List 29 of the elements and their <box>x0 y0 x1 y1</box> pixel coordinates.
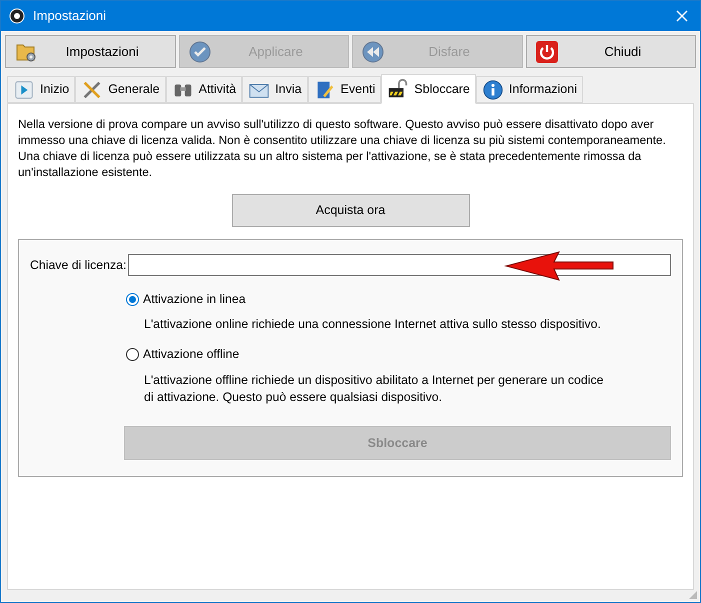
license-key-label: Chiave di licenza: <box>30 256 126 274</box>
tab[interactable]: Inizio <box>7 76 76 103</box>
tab[interactable]: Sbloccare <box>381 74 476 104</box>
tab[interactable]: Attività <box>166 76 242 103</box>
license-key-field[interactable] <box>128 254 671 276</box>
tab[interactable]: Eventi <box>308 76 382 103</box>
radio-button[interactable] <box>126 348 139 362</box>
power-icon <box>534 40 558 64</box>
check-icon <box>188 40 212 64</box>
option-description: L'attivazione online richiede una connessione Internet attiva sullo stesso dispositivo. <box>144 316 602 334</box>
resize-grip-icon[interactable] <box>688 590 698 600</box>
description-text: Nella versione di prova compare un avviso sull'utilizzo di questo software. Questo avviso può essere disattivato dopo aver immesso una chiave di licenza valida. Non è consentito utilizzare una chiave di licenza su più sistemi contemporaneamente. Una chiave di licenza può essere utilizzata su un altro sistema per l'attivazione, se è stata precedentemente rimossa da un'installazione esistente. <box>18 116 667 180</box>
app-logo-icon <box>9 8 25 24</box>
tab[interactable]: Informazioni <box>476 76 583 103</box>
radio-button[interactable] <box>126 292 139 306</box>
radio-option[interactable]: Attivazione in linea <box>126 290 671 308</box>
tab[interactable]: Invia <box>242 76 308 103</box>
rewind-icon <box>361 40 385 64</box>
play-icon <box>13 78 35 100</box>
close-icon[interactable] <box>676 10 688 22</box>
unlocked-padlock-icon <box>387 78 410 100</box>
toolbar-button[interactable]: Chiudi <box>526 35 696 68</box>
window-title: Impostazioni <box>33 7 107 26</box>
buy-button[interactable]: Acquista ora <box>232 194 470 227</box>
option-description: L'attivazione offline richiede un dispositivo abilitato a Internet per generare un codice di attivazione. Questo può essere qualsiasi dispositivo. <box>144 372 604 406</box>
info-icon <box>482 78 504 100</box>
tab[interactable]: Generale <box>75 76 166 103</box>
radio-option[interactable]: Attivazione offline <box>126 345 671 364</box>
toolbar-button[interactable]: Impostazioni <box>5 35 176 68</box>
